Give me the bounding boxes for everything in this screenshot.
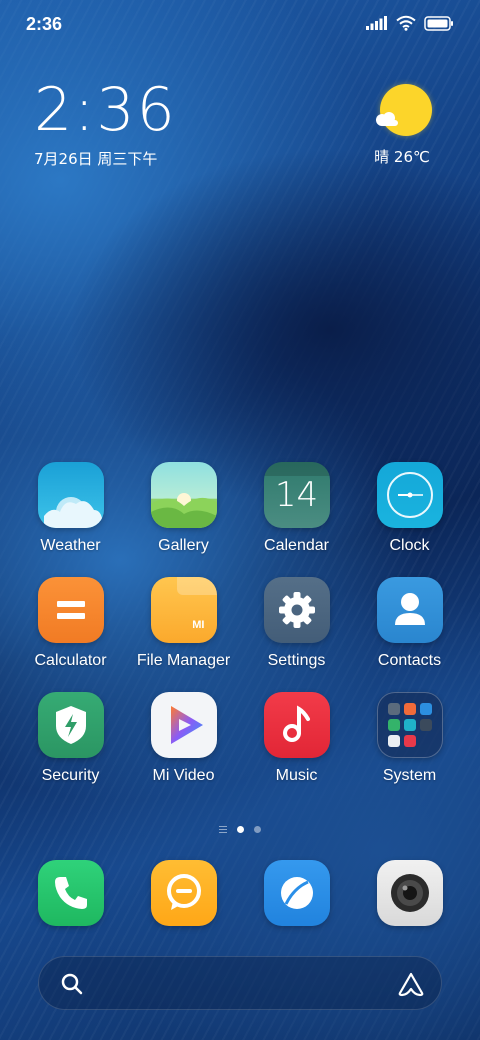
app-label: Calendar bbox=[264, 537, 329, 554]
app-calendar[interactable]: 14 Calendar bbox=[240, 462, 353, 556]
shield-icon[interactable] bbox=[37, 692, 104, 758]
music-note-icon[interactable] bbox=[263, 692, 330, 758]
app-file-manager[interactable]: MI File Manager bbox=[127, 577, 240, 671]
browser-icon[interactable] bbox=[263, 860, 330, 926]
app-clock[interactable]: Clock bbox=[353, 462, 466, 556]
app-label: Security bbox=[41, 767, 100, 784]
app-security[interactable]: Security bbox=[14, 692, 127, 786]
clock-widget[interactable]: 2:36 7月26日 周三下午 bbox=[34, 78, 177, 169]
app-label: Clock bbox=[389, 537, 430, 554]
page-dot-active[interactable] bbox=[237, 826, 244, 833]
calculator-icon[interactable] bbox=[37, 577, 104, 643]
cloud-icon bbox=[376, 112, 398, 126]
app-system-folder[interactable]: System bbox=[353, 692, 466, 786]
dock bbox=[14, 860, 466, 926]
message-icon[interactable] bbox=[150, 860, 217, 926]
page-indicator[interactable] bbox=[0, 826, 480, 833]
search-bar[interactable] bbox=[38, 956, 442, 1010]
app-music[interactable]: Music bbox=[240, 692, 353, 786]
app-label: Music bbox=[275, 767, 318, 784]
signal-icon bbox=[366, 16, 387, 30]
app-gallery[interactable]: Gallery bbox=[127, 462, 240, 556]
app-label: Calculator bbox=[34, 652, 107, 669]
widget-time: 2:36 bbox=[34, 75, 177, 145]
app-settings[interactable]: Settings bbox=[240, 577, 353, 671]
gear-icon[interactable] bbox=[263, 577, 330, 643]
folder-icon[interactable] bbox=[376, 692, 443, 758]
page-menu-icon[interactable] bbox=[219, 826, 227, 833]
page-dot[interactable] bbox=[254, 826, 261, 833]
app-contacts[interactable]: Contacts bbox=[353, 577, 466, 671]
app-label: Gallery bbox=[158, 537, 209, 554]
app-label: System bbox=[382, 767, 437, 784]
phone-icon[interactable] bbox=[37, 860, 104, 926]
camera-icon[interactable] bbox=[376, 860, 443, 926]
sun-icon bbox=[380, 84, 432, 136]
dock-phone[interactable] bbox=[14, 860, 127, 926]
app-grid: Weather Gallery 14 Calendar Clock Calcul… bbox=[14, 462, 466, 786]
app-label: Contacts bbox=[377, 652, 442, 669]
assistant-icon[interactable] bbox=[397, 971, 425, 997]
status-bar: 2:36 bbox=[0, 0, 480, 50]
play-icon[interactable] bbox=[150, 692, 217, 758]
weather-condition-temp: 晴 26℃ bbox=[374, 148, 430, 166]
search-icon[interactable] bbox=[59, 971, 85, 997]
dock-camera[interactable] bbox=[353, 860, 466, 926]
app-label: Weather bbox=[40, 537, 101, 554]
file-manager-icon[interactable]: MI bbox=[150, 577, 217, 643]
dock-messaging[interactable] bbox=[127, 860, 240, 926]
gallery-icon[interactable] bbox=[150, 462, 217, 528]
app-label: Settings bbox=[267, 652, 326, 669]
widget-date: 7月26日 周三下午 bbox=[34, 150, 158, 168]
app-calculator[interactable]: Calculator bbox=[14, 577, 127, 671]
app-label: Mi Video bbox=[152, 767, 215, 784]
contacts-icon[interactable] bbox=[376, 577, 443, 643]
clock-icon[interactable] bbox=[376, 462, 443, 528]
status-time: 2:36 bbox=[26, 14, 63, 34]
file-manager-badge: MI bbox=[192, 619, 205, 631]
app-weather[interactable]: Weather bbox=[14, 462, 127, 556]
wifi-icon bbox=[396, 15, 416, 31]
battery-icon bbox=[424, 15, 453, 31]
calendar-day: 14 bbox=[274, 475, 319, 515]
weather-icon[interactable] bbox=[37, 462, 104, 528]
app-mi-video[interactable]: Mi Video bbox=[127, 692, 240, 786]
calendar-icon[interactable]: 14 bbox=[263, 462, 330, 528]
app-label: File Manager bbox=[136, 652, 231, 669]
dock-browser[interactable] bbox=[240, 860, 353, 926]
status-icons bbox=[366, 15, 454, 31]
